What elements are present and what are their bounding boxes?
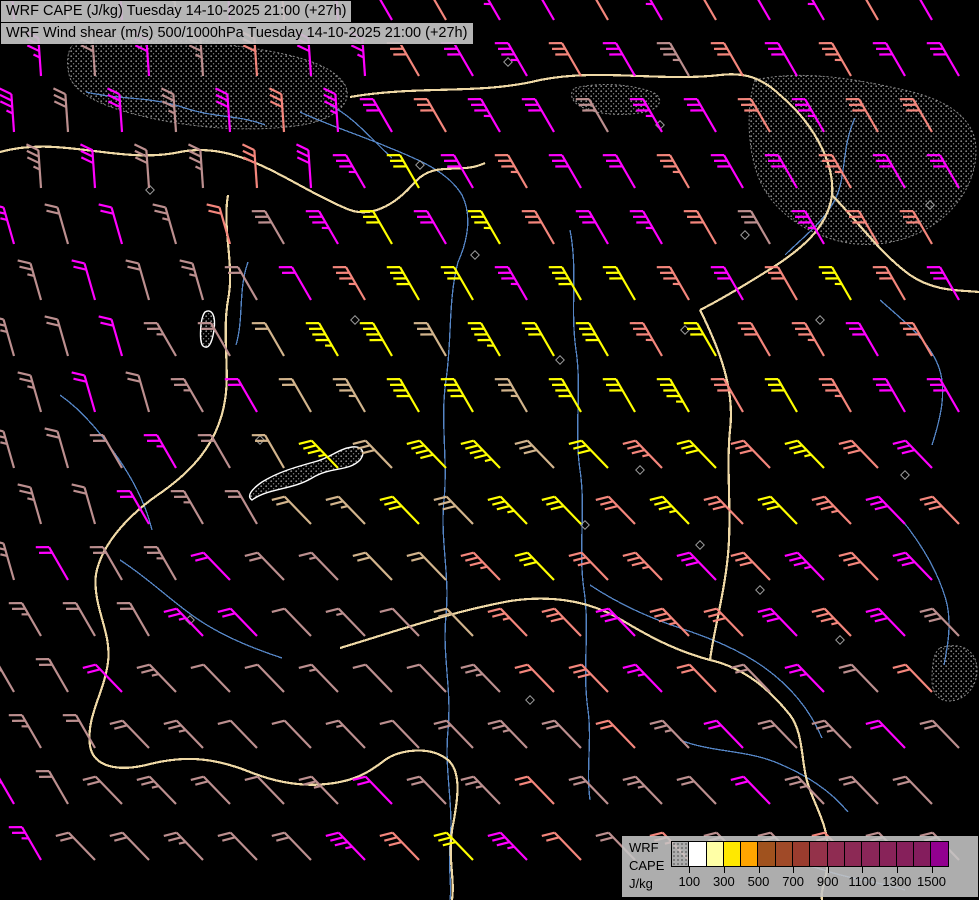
cape-colorbar-cell	[809, 841, 828, 867]
weather-map: WRF CAPE (J/kg) Tuesday 14-10-2025 21:00…	[0, 0, 979, 900]
colorbar-tick	[931, 867, 933, 873]
title-wind-shear: WRF Wind shear (m/s) 500/1000hPa Tuesday…	[0, 22, 474, 45]
title-cape: WRF CAPE (J/kg) Tuesday 14-10-2025 21:00…	[0, 0, 352, 23]
legend-title: WRF CAPE J/kg	[629, 839, 664, 893]
cape-colorbar-cell	[930, 841, 949, 867]
cape-colorbar-cell	[688, 841, 707, 867]
colorbar-tick	[793, 867, 795, 873]
cape-colorbar-cell	[826, 841, 845, 867]
colorbar-tick	[723, 867, 725, 873]
cape-colorbar-cell	[774, 841, 794, 867]
colorbar-tick	[862, 867, 864, 873]
legend-title-line2: CAPE	[629, 858, 665, 873]
map-canvas	[0, 0, 979, 900]
cape-colorbar-cell	[705, 841, 724, 867]
cape-colorbar-cell	[878, 841, 897, 867]
colorbar-tick-label: 1500	[917, 874, 946, 889]
cape-colorbar: 100 300 500 700 900 1100 1300 1500	[671, 841, 971, 895]
cape-colorbar-cell	[740, 841, 759, 867]
colorbar-tick	[827, 867, 829, 873]
cape-colorbar-cell	[671, 841, 690, 867]
cape-colorbar-cell	[895, 841, 915, 867]
cape-colorbar-cell	[913, 841, 932, 867]
cape-colorbar-cell	[722, 841, 742, 867]
cape-colorbar-cell	[843, 841, 863, 867]
cape-colorbar-cell	[861, 841, 880, 867]
colorbar-tick	[689, 867, 691, 873]
legend-title-line3: J/kg	[629, 876, 653, 891]
colorbar-tick	[758, 867, 760, 873]
cape-legend: WRF CAPE J/kg 100 300 500 700 900 1100 1300 150…	[622, 836, 978, 897]
colorbar-tick	[896, 867, 898, 873]
cape-colorbar-cell	[757, 841, 776, 867]
legend-title-line1: WRF	[629, 840, 659, 855]
cape-colorbar-cell	[792, 841, 811, 867]
cape-colorbar-cells	[671, 841, 971, 867]
